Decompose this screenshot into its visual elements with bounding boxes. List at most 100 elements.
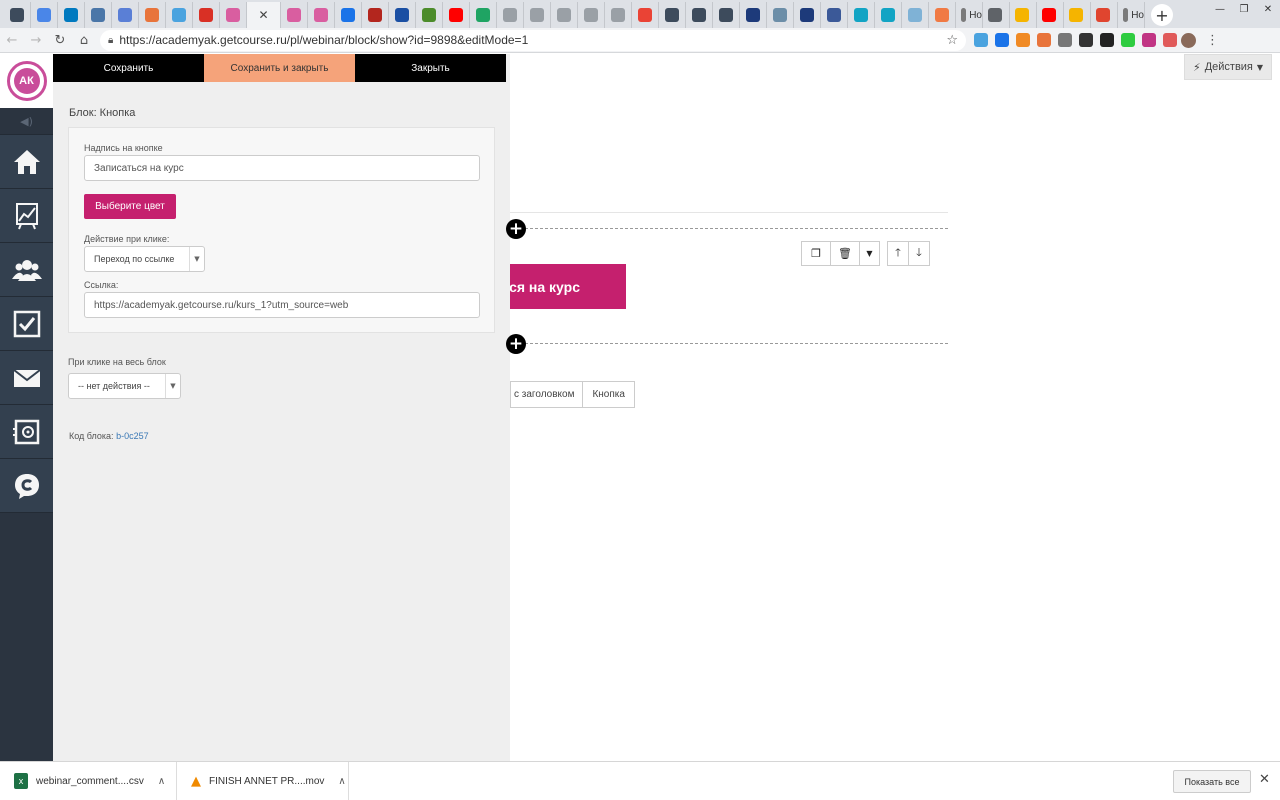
close-tab-icon[interactable]: ✕ — [258, 8, 268, 22]
back-icon[interactable]: ← — [0, 28, 24, 52]
sidebar-item-stats[interactable] — [0, 189, 53, 243]
add-block-top-icon[interactable]: + — [506, 219, 526, 239]
extension-icon[interactable] — [995, 33, 1009, 47]
bookmark-star-icon[interactable]: ☆ — [946, 33, 958, 48]
browser-tab[interactable] — [686, 2, 713, 28]
browser-tab[interactable] — [389, 2, 416, 28]
home-button-icon[interactable]: ⌂ — [72, 28, 96, 52]
school-logo[interactable]: АК — [0, 54, 53, 108]
extension-icon[interactable] — [974, 33, 988, 47]
show-all-downloads-button[interactable]: Показать все — [1173, 770, 1251, 793]
sidebar-item-users[interactable] — [0, 243, 53, 297]
browser-tab[interactable]: Ho — [1118, 2, 1145, 28]
arrow-up-icon[interactable]: 🡑 — [888, 242, 909, 265]
browser-tab[interactable] — [139, 2, 166, 28]
browser-tab[interactable] — [443, 2, 470, 28]
preview-cta-button[interactable]: Записаться на курс — [510, 264, 626, 309]
sidebar-item-messages[interactable] — [0, 351, 53, 405]
extension-icon[interactable] — [1100, 33, 1114, 47]
speaker-icon[interactable]: ◀) — [0, 108, 53, 135]
chevron-up-icon[interactable]: ∧ — [158, 776, 165, 787]
browser-tab[interactable] — [929, 2, 956, 28]
minimize-icon[interactable]: — — [1208, 0, 1232, 18]
trash-icon[interactable]: 🗑︎ — [831, 242, 860, 265]
extension-icon[interactable] — [1079, 33, 1093, 47]
copy-icon[interactable]: ❐ — [802, 242, 831, 265]
sidebar-item-chat[interactable] — [0, 459, 53, 513]
close-button[interactable]: Закрыть — [355, 54, 506, 82]
url-text[interactable]: https://academyak.getcourse.ru/pl/webina… — [119, 33, 946, 47]
extension-icon[interactable] — [1142, 33, 1156, 47]
browser-tab[interactable] — [524, 2, 551, 28]
sidebar-item-tasks[interactable] — [0, 297, 53, 351]
browser-tab[interactable] — [983, 2, 1010, 28]
arrow-down-icon[interactable]: 🡓 — [909, 242, 929, 265]
extension-icon[interactable] — [1163, 33, 1177, 47]
sidebar-item-home[interactable] — [0, 135, 53, 189]
sidebar-item-sales[interactable] — [0, 405, 53, 459]
extension-icon[interactable] — [1058, 33, 1072, 47]
browser-tab[interactable] — [632, 2, 659, 28]
save-and-close-button[interactable]: Сохранить и закрыть — [204, 54, 355, 82]
block-click-select[interactable]: -- нет действия -- ▼ — [68, 373, 181, 399]
browser-tab[interactable] — [659, 2, 686, 28]
browser-menu-icon[interactable]: ⋮ — [1206, 33, 1219, 48]
forward-icon[interactable]: → — [24, 28, 48, 52]
browser-tab[interactable] — [1091, 2, 1118, 28]
browser-tab[interactable] — [1010, 2, 1037, 28]
browser-tab[interactable] — [4, 2, 31, 28]
browser-tab[interactable] — [713, 2, 740, 28]
address-bar[interactable]: 🔒︎ https://academyak.getcourse.ru/pl/web… — [100, 29, 966, 51]
browser-tab[interactable] — [767, 2, 794, 28]
browser-tab[interactable] — [31, 2, 58, 28]
actions-dropdown-button[interactable]: ⚡︎ Действия ▼ — [1184, 54, 1272, 80]
new-tab-button[interactable]: + — [1151, 4, 1173, 26]
browser-tab[interactable] — [605, 2, 632, 28]
extension-icon[interactable] — [1121, 33, 1135, 47]
browser-tab[interactable] — [578, 2, 605, 28]
block-code-value[interactable]: b-0c257 — [116, 431, 149, 441]
browser-tab[interactable] — [821, 2, 848, 28]
download-item-mov[interactable]: ▲ FINISH ANNET PR....mov ∧ — [177, 761, 349, 800]
extension-icon[interactable] — [1016, 33, 1030, 47]
browser-tab[interactable] — [85, 2, 112, 28]
click-action-select[interactable]: Переход по ссылке ▼ — [84, 246, 205, 272]
save-button[interactable]: Сохранить — [53, 54, 204, 82]
browser-tab[interactable] — [58, 2, 85, 28]
download-item-csv[interactable]: x webinar_comment....csv ∧ — [0, 761, 177, 800]
breadcrumb-item-header[interactable]: с заголовком — [510, 381, 584, 408]
browser-tab[interactable] — [848, 2, 875, 28]
browser-tab[interactable] — [497, 2, 524, 28]
browser-tab[interactable] — [794, 2, 821, 28]
browser-tab[interactable] — [1037, 2, 1064, 28]
more-caret-icon[interactable]: ▼ — [860, 242, 879, 265]
browser-tab[interactable] — [166, 2, 193, 28]
browser-tab[interactable] — [1064, 2, 1091, 28]
browser-tab[interactable]: Ho — [956, 2, 983, 28]
choose-color-button[interactable]: Выберите цвет — [84, 194, 176, 219]
chevron-up-icon[interactable]: ∧ — [338, 776, 345, 787]
browser-tab[interactable] — [362, 2, 389, 28]
profile-avatar[interactable] — [1181, 32, 1196, 48]
close-window-icon[interactable]: ✕ — [1256, 0, 1280, 18]
browser-tab[interactable] — [112, 2, 139, 28]
browser-tab[interactable] — [281, 2, 308, 28]
breadcrumb-item-button[interactable]: Кнопка — [583, 381, 635, 408]
browser-tab[interactable] — [875, 2, 902, 28]
browser-tab[interactable] — [551, 2, 578, 28]
browser-tab[interactable] — [740, 2, 767, 28]
browser-tab[interactable] — [335, 2, 362, 28]
browser-tab[interactable] — [902, 2, 929, 28]
reload-icon[interactable]: ↻ — [48, 28, 72, 52]
add-block-bottom-icon[interactable]: + — [506, 334, 526, 354]
link-input[interactable]: https://academyak.getcourse.ru/kurs_1?ut… — [84, 292, 480, 318]
button-text-input[interactable]: Записаться на курс — [84, 155, 480, 181]
browser-tab-active[interactable]: ✕ — [247, 2, 281, 28]
browser-tab[interactable] — [308, 2, 335, 28]
browser-tab[interactable] — [470, 2, 497, 28]
extension-icon[interactable] — [1037, 33, 1051, 47]
browser-tab[interactable] — [416, 2, 443, 28]
restore-icon[interactable]: ❐ — [1232, 0, 1256, 18]
browser-tab[interactable] — [220, 2, 247, 28]
browser-tab[interactable] — [193, 2, 220, 28]
